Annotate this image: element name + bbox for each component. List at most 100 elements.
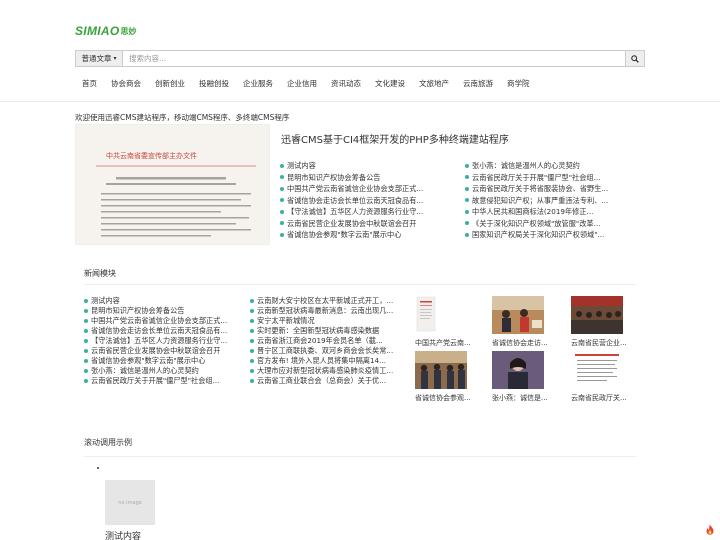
nav-item[interactable]: 企业服务 bbox=[236, 76, 280, 92]
bullet-dot-icon bbox=[465, 186, 469, 191]
featured-list-item[interactable]: 张小燕：诚信是温州人的心灵契约 bbox=[465, 160, 635, 172]
bullet-dot-icon bbox=[465, 175, 469, 180]
featured-list-item[interactable]: 中国共产党云南省诚信企业协会支部正式... bbox=[280, 183, 450, 195]
header-divider bbox=[0, 101, 720, 102]
bullet-dot-icon bbox=[465, 198, 469, 203]
news-list-item[interactable]: 云南省工商业联合会（总商会）关于优... bbox=[250, 376, 405, 386]
news-list-item[interactable]: 安宁太平新城情况 bbox=[250, 316, 405, 326]
featured-list-item[interactable]: 《关于深化知识产权领域"放管服"改革... bbox=[465, 218, 635, 230]
featured-list-item[interactable]: 测试内容 bbox=[280, 160, 450, 172]
thumb-caption: 云南省民营企业... bbox=[571, 339, 627, 347]
list-item-label: 省诚信协会参观"数字云南"展示中心 bbox=[287, 230, 402, 239]
news-thumb-6[interactable]: 云南省民政厅关... bbox=[571, 351, 627, 403]
nav-item[interactable]: 企业信用 bbox=[280, 76, 324, 92]
list-item-label: 实时更新：全国新型冠状病毒感染数据 bbox=[257, 326, 380, 335]
news-thumb-2[interactable]: 省诚信协会走访... bbox=[492, 296, 548, 348]
scroll-section-divider bbox=[84, 456, 636, 457]
featured-list-item[interactable]: 故意侵犯知识产权；从事严重违法专利、... bbox=[465, 195, 635, 207]
thumb-caption: 张小燕：诚信是... bbox=[492, 394, 548, 402]
scroll-item-image[interactable]: no image bbox=[105, 480, 155, 525]
fire-icon[interactable] bbox=[704, 524, 716, 536]
news-list-item[interactable]: 省诚信协会走访会长单位云南天冠食品有... bbox=[84, 326, 239, 336]
news-list-item[interactable]: 【守法诚信】五华区人力资源服务行业守... bbox=[84, 336, 239, 346]
list-item-label: 故意侵犯知识产权；从事严重违法专利、... bbox=[472, 195, 609, 205]
search-input[interactable] bbox=[123, 51, 625, 66]
thumb-caption: 省诚信协会参观... bbox=[415, 394, 471, 402]
news-list-item[interactable]: 云南省民营企业发展协会中秋联谊会召开 bbox=[84, 346, 239, 356]
featured-list-item[interactable]: 中华人民共和国商标法(2019年修正... bbox=[465, 206, 635, 218]
list-item-label: 云南省工商业联合会（总商会）关于优... bbox=[257, 376, 387, 385]
bullet-dot-icon bbox=[250, 379, 254, 383]
list-item-label: 国家知识产权局关于深化知识产权领域"... bbox=[472, 230, 605, 239]
news-list-item[interactable]: 昆明市知识产权协会筹备公告 bbox=[84, 306, 239, 316]
thumb-image bbox=[571, 351, 623, 389]
news-list-item[interactable]: 省诚信协会参观"数字云南"展示中心 bbox=[84, 356, 239, 366]
featured-list-item[interactable]: 昆明市知识产权协会筹备公告 bbox=[280, 172, 450, 184]
news-list-col1: 测试内容 昆明市知识产权协会筹备公告 中国共产党云南省诚信企业协会支部正式... 省诚… bbox=[84, 296, 239, 386]
news-list-col2: 云南财大安宁校区在太平新城正式开工，... 云南新型冠状病毒最新消息：云南出现几.… bbox=[250, 296, 405, 386]
nav-item[interactable]: 文化建设 bbox=[368, 76, 412, 92]
list-item-label: 测试内容 bbox=[91, 296, 120, 305]
search-button[interactable] bbox=[625, 51, 644, 66]
bullet-dot-icon bbox=[465, 232, 469, 237]
nav-item[interactable]: 创新创业 bbox=[148, 76, 192, 92]
bullet-dot-icon bbox=[250, 359, 254, 363]
logo-text: SIMIAO bbox=[75, 24, 120, 38]
noimg-text: no image bbox=[118, 499, 142, 506]
featured-list-item[interactable]: 省诚信协会参观"数字云南"展示中心 bbox=[280, 229, 450, 241]
list-item-label: 昆明市知识产权协会筹备公告 bbox=[287, 172, 381, 182]
featured-list-item[interactable]: 云南省民营企业发展协会中秋联谊会召开 bbox=[280, 218, 450, 230]
news-list-item[interactable]: 云南省浙江商会2019年会员名单（截... bbox=[250, 336, 405, 346]
nav-item[interactable]: 文旅地产 bbox=[412, 76, 456, 92]
featured-list-item[interactable]: 省诚信协会走访会长单位云南天冠食品有... bbox=[280, 195, 450, 207]
bullet-dot-icon bbox=[280, 209, 284, 214]
bullet-dot-icon bbox=[250, 339, 254, 343]
nav-item[interactable]: 协会商会 bbox=[104, 76, 148, 92]
bullet-dot-icon bbox=[250, 299, 254, 303]
list-item-label: 云南省民政厅关于开展"僵尸型"社会组... bbox=[91, 376, 220, 385]
featured-list-item[interactable]: 【守法诚信】五华区人力资源服务行业守... bbox=[280, 206, 450, 218]
bullet-dot-icon bbox=[84, 299, 88, 303]
nav-item[interactable]: 首页 bbox=[75, 76, 104, 92]
list-item-label: 云南省民政厅关于将省服装协会、省野生... bbox=[472, 184, 609, 193]
search-category-select[interactable]: 普通文章 ▾ bbox=[76, 51, 123, 66]
news-list-item[interactable]: 云南省民政厅关于开展"僵尸型"社会组... bbox=[84, 376, 239, 386]
featured-list-item[interactable]: 国家知识产权局关于深化知识产权领域"... bbox=[465, 229, 635, 241]
nav-item[interactable]: 投融创投 bbox=[192, 76, 236, 92]
bullet-dot-icon bbox=[250, 369, 254, 373]
bullet-dot-icon bbox=[84, 369, 88, 373]
featured-list-item[interactable]: 云南省民政厅关于开展"僵尸型"社会组... bbox=[465, 172, 635, 184]
featured-image[interactable]: 中共云南省委宣传部主办文件 bbox=[75, 124, 270, 245]
nav-item[interactable]: 商学院 bbox=[500, 76, 537, 92]
scroll-section-title: 滚动调用示例 bbox=[84, 438, 132, 447]
thumb-image bbox=[415, 296, 467, 334]
news-list-item[interactable]: 实时更新：全国新型冠状病毒感染数据 bbox=[250, 326, 405, 336]
site-logo[interactable]: SIMIAO 思妙 bbox=[75, 24, 136, 38]
news-thumb-4[interactable]: 省诚信协会参观... bbox=[415, 351, 471, 403]
news-list-item[interactable]: 张小燕：诚信是温州人的心灵契约 bbox=[84, 366, 239, 376]
nav-item[interactable]: 资讯动态 bbox=[324, 76, 368, 92]
news-section-title: 新闻模块 bbox=[84, 269, 116, 278]
news-list-item[interactable]: 测试内容 bbox=[84, 296, 239, 306]
thumb-image bbox=[492, 351, 544, 389]
scroll-item-caption[interactable]: 测试内容 bbox=[105, 529, 141, 540]
bullet-dot-icon bbox=[250, 309, 254, 313]
nav-item[interactable]: 云南旅游 bbox=[456, 76, 500, 92]
featured-list-item[interactable]: 云南省民政厅关于将省服装协会、省野生... bbox=[465, 183, 635, 195]
bullet-dot-icon bbox=[280, 221, 284, 226]
news-list-item[interactable]: 云南新型冠状病毒最新消息：云南出现几... bbox=[250, 306, 405, 316]
thumb-image bbox=[571, 296, 623, 334]
news-thumb-1[interactable]: 中国共产党云南... bbox=[415, 296, 471, 348]
thumb-image bbox=[492, 296, 544, 334]
news-list-item[interactable]: 官方发布! 境外入昆人员将集中隔离14... bbox=[250, 356, 405, 366]
list-item-label: 云南省民政厅关于开展"僵尸型"社会组... bbox=[472, 172, 601, 182]
news-list-item[interactable]: 大理市应对新型冠状病毒感染肺炎疫情工... bbox=[250, 366, 405, 376]
news-thumb-3[interactable]: 云南省民营企业... bbox=[571, 296, 627, 348]
news-list-item[interactable]: 中国共产党云南省诚信企业协会支部正式... bbox=[84, 316, 239, 326]
news-list-item[interactable]: 晋宁区工商联执委、双河乡商会会长矣常... bbox=[250, 346, 405, 356]
news-list-item[interactable]: 云南财大安宁校区在太平新城正式开工，... bbox=[250, 296, 405, 306]
document-image: 中共云南省委宣传部主办文件 bbox=[76, 125, 269, 244]
news-thumb-5[interactable]: 张小燕：诚信是... bbox=[492, 351, 548, 403]
featured-title[interactable]: 迅睿CMS基于CI4框架开发的PHP多种终端建站程序 bbox=[281, 131, 509, 146]
list-item-label: 昆明市知识产权协会筹备公告 bbox=[91, 306, 185, 315]
